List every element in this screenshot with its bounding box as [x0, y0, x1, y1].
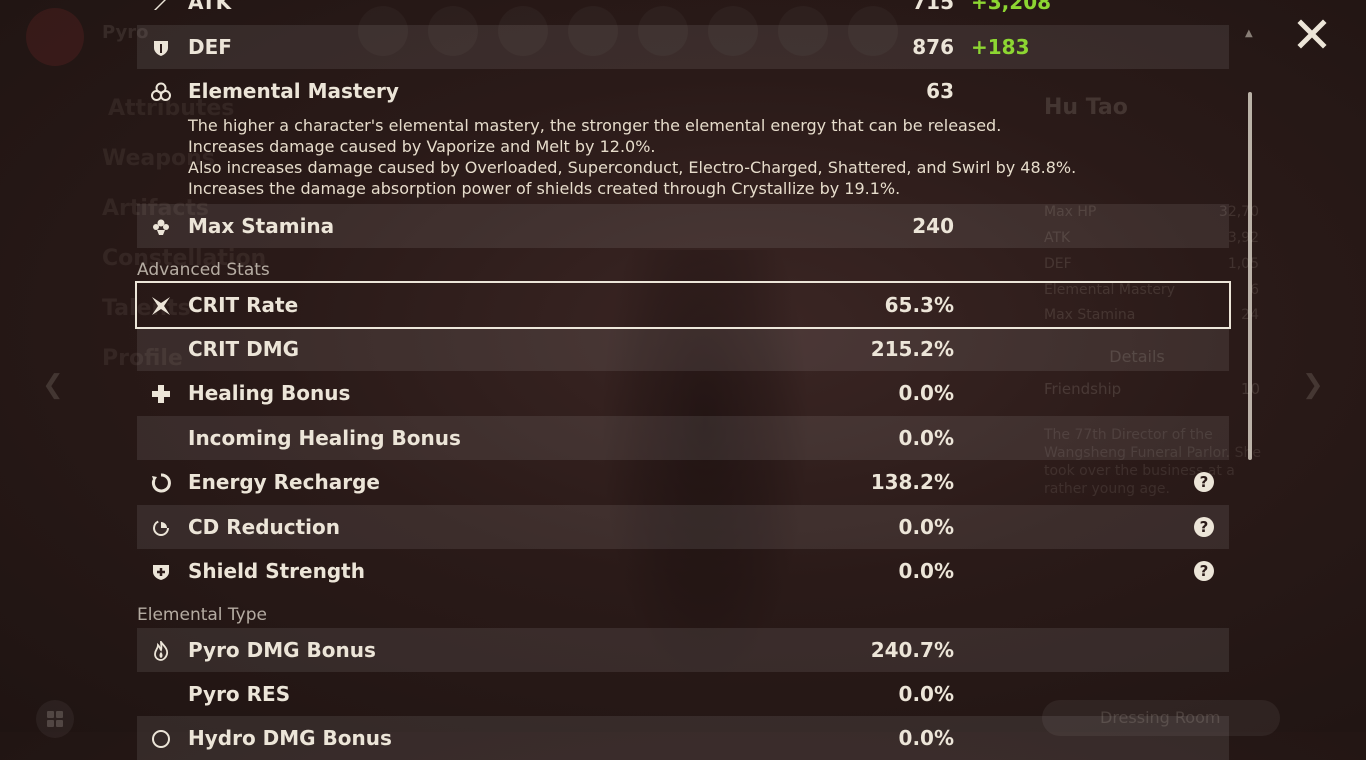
- stat-label: Max Stamina: [188, 214, 335, 238]
- stat-value: 215.2%: [870, 337, 954, 361]
- menu-grid-icon: [36, 700, 74, 738]
- stat-row-crit-dmg[interactable]: CRIT DMG 215.2%: [137, 327, 1229, 371]
- stat-value: 0.0%: [898, 559, 954, 583]
- stat-value: 240: [912, 214, 954, 238]
- help-icon[interactable]: ?: [1194, 472, 1214, 492]
- elemental-mastery-description: The higher a character's elemental maste…: [188, 116, 1077, 198]
- help-icon[interactable]: ?: [1194, 561, 1214, 581]
- stat-label: DEF: [188, 35, 232, 59]
- scrollbar-thumb[interactable]: [1248, 92, 1252, 460]
- stat-row-atk: ATK 715 +3,208: [137, 0, 1229, 24]
- stat-row-def: DEF 876 +183: [137, 25, 1229, 69]
- stat-row-energy-recharge[interactable]: Energy Recharge 138.2% ?: [137, 460, 1229, 504]
- stat-row-cd-reduction[interactable]: CD Reduction 0.0% ?: [137, 505, 1229, 549]
- hydro-icon: [151, 729, 171, 749]
- stat-label: Healing Bonus: [188, 381, 351, 405]
- stat-label: CD Reduction: [188, 515, 341, 539]
- elemental-mastery-icon: [151, 82, 171, 102]
- stat-label: Shield Strength: [188, 559, 365, 583]
- stat-bonus: +183: [971, 35, 1030, 59]
- stat-value: 0.0%: [898, 515, 954, 539]
- sword-icon: [151, 0, 171, 13]
- stat-row-crit-rate[interactable]: CRIT Rate 65.3%: [135, 281, 1231, 329]
- help-icon[interactable]: ?: [1194, 517, 1214, 537]
- stat-label: CRIT DMG: [188, 337, 300, 361]
- stat-value: 0.0%: [898, 682, 954, 706]
- stat-value: 65.3%: [884, 293, 954, 317]
- stat-row-incoming-healing-bonus[interactable]: Incoming Healing Bonus 0.0%: [137, 416, 1229, 460]
- stat-row-hydro-dmg-bonus[interactable]: Hydro DMG Bonus 0.0%: [137, 716, 1229, 760]
- close-icon: [1297, 19, 1327, 49]
- stat-value: 715: [912, 0, 954, 14]
- stat-row-healing-bonus[interactable]: Healing Bonus 0.0%: [137, 371, 1229, 415]
- stat-label: Hydro DMG Bonus: [188, 726, 392, 750]
- next-character-icon: ❯: [1302, 370, 1324, 400]
- stat-value: 63: [926, 79, 954, 103]
- section-heading-elemental: Elemental Type: [137, 605, 267, 625]
- stat-label: ATK: [188, 0, 232, 14]
- stat-row-max-stamina: Max Stamina 240: [137, 204, 1229, 248]
- stamina-icon: [151, 217, 171, 237]
- attribute-details-panel: ATK 715 +3,208 DEF 876 +183 Elemental Ma…: [135, 0, 1231, 760]
- stat-value: 0.0%: [898, 426, 954, 450]
- energy-recharge-icon: [151, 473, 171, 493]
- stat-value: 0.0%: [898, 726, 954, 750]
- healing-cross-icon: [151, 384, 171, 404]
- stat-label: Elemental Mastery: [188, 79, 399, 103]
- stat-value: 138.2%: [870, 470, 954, 494]
- close-button[interactable]: [1296, 18, 1328, 50]
- stat-row-elemental-mastery: Elemental Mastery 63: [137, 69, 1229, 113]
- scroll-up-icon[interactable]: ▲: [1245, 28, 1255, 39]
- stat-value: 876: [912, 35, 954, 59]
- prev-character-icon: ❮: [42, 370, 64, 400]
- shield-strength-icon: [151, 562, 171, 582]
- section-heading-advanced: Advanced Stats: [137, 260, 270, 280]
- stat-label: Incoming Healing Bonus: [188, 426, 461, 450]
- stat-row-shield-strength[interactable]: Shield Strength 0.0% ?: [137, 549, 1229, 593]
- stat-value: 0.0%: [898, 381, 954, 405]
- stat-label: CRIT Rate: [188, 293, 299, 317]
- cd-reduction-icon: [151, 518, 171, 538]
- stat-row-pyro-dmg-bonus[interactable]: Pyro DMG Bonus 240.7%: [137, 628, 1229, 672]
- stat-row-pyro-res[interactable]: Pyro RES 0.0%: [137, 672, 1229, 716]
- crit-rate-icon: [151, 296, 171, 316]
- stat-label: Energy Recharge: [188, 470, 380, 494]
- pyro-icon: [151, 641, 171, 661]
- stat-value: 240.7%: [870, 638, 954, 662]
- character-nav: Attributes Weapons Artifacts Constellati…: [0, 0, 266, 732]
- stat-label: Pyro DMG Bonus: [188, 638, 376, 662]
- shield-icon: [151, 38, 171, 58]
- stat-label: Pyro RES: [188, 682, 291, 706]
- stat-bonus: +3,208: [971, 0, 1052, 14]
